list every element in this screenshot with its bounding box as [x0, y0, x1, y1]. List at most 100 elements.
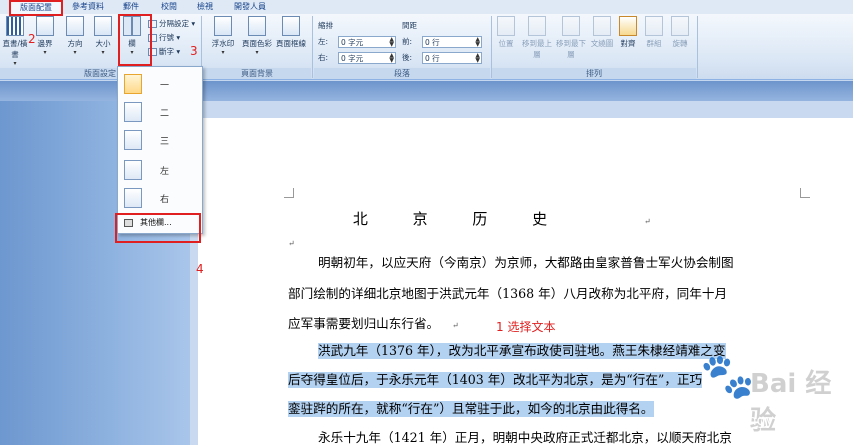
selected-line[interactable]: 后夺得皇位后，于永乐元年（1403 年）改北平为北京，是为“行在”，正巧	[288, 372, 703, 388]
hyphenation-button[interactable]: 斷字 ▾	[148, 46, 180, 58]
tab-references[interactable]: 參考資料	[66, 0, 110, 14]
spinner-icon[interactable]: ▲ ▼	[475, 37, 480, 48]
align-label: 對齊	[620, 39, 636, 48]
paragraph-group-label: 段落	[314, 68, 490, 79]
columns-option-one[interactable]: 一	[120, 71, 200, 97]
spacing-before-value[interactable]: 0 行	[425, 38, 440, 47]
columns-option-right[interactable]: 右	[120, 185, 200, 211]
ribbon-tab-bar: 版面配置 參考資料 郵件 校閱 檢視 開發人員	[0, 0, 853, 14]
send-to-back-button[interactable]: 移到最下層	[554, 16, 588, 60]
columns-option-label: 右	[160, 195, 170, 205]
text-direction-icon	[6, 16, 24, 36]
tab-view[interactable]: 檢視	[190, 0, 220, 14]
position-icon	[497, 16, 515, 36]
arrange-group-label: 排列	[492, 68, 696, 79]
spacing-after-field[interactable]: 後: 0 行 ▲ ▼	[402, 52, 484, 64]
spinner-icon[interactable]: ▲ ▼	[389, 37, 394, 48]
selected-line[interactable]: 洪武九年（1376 年），改为北平承宣布政使司驻地。燕王朱棣经靖难之变	[318, 343, 726, 359]
columns-option-label: 二	[160, 109, 170, 119]
align-button[interactable]: 對齊	[616, 16, 640, 49]
spacing-before-field[interactable]: 前: 0 行 ▲ ▼	[402, 36, 484, 48]
indent-right-label: 右:	[318, 53, 329, 62]
group-button[interactable]: 群組	[642, 16, 666, 49]
selected-line[interactable]: 銮驻跸的所在，就称“行在”）且常驻于此，如今的北京由此得名。	[288, 401, 654, 417]
margins-button[interactable]: 邊界 ▾	[32, 16, 58, 56]
orientation-label: 方向	[67, 39, 83, 48]
paw-logo-icon: 🐾	[700, 351, 755, 402]
text-direction-label: 直書/橫書	[2, 39, 28, 59]
columns-option-left[interactable]: 左	[120, 157, 200, 183]
document-title[interactable]: 北 京 历 史	[300, 208, 620, 229]
annotation-step-3: 3	[190, 44, 198, 58]
document-line[interactable]: 部门绘制的详细北京地图于洪武元年（1368 年）八月改称为北平府，同年十月	[288, 286, 727, 302]
indent-right-field[interactable]: 右: 0 字元 ▲ ▼	[318, 52, 398, 64]
three-columns-icon	[124, 130, 142, 150]
watermark-icon	[214, 16, 232, 36]
document-line[interactable]: 应军事需要划归山东行省。	[288, 316, 439, 332]
indent-left-label: 左:	[318, 37, 329, 46]
paragraph-mark: ↵	[644, 217, 651, 226]
text-wrap-button[interactable]: 文繞圖	[588, 16, 616, 49]
group-label: 群組	[646, 39, 662, 48]
chevron-down-icon: ▾	[13, 60, 17, 67]
rotate-button[interactable]: 旋轉	[668, 16, 692, 49]
spacing-before-label: 前:	[402, 37, 413, 46]
orientation-icon	[66, 16, 84, 36]
right-column-icon	[124, 188, 142, 208]
spacing-after-label: 後:	[402, 53, 413, 62]
annotation-step-2: 2	[28, 32, 36, 46]
spinner-icon[interactable]: ▲ ▼	[475, 53, 480, 64]
spinner-icon[interactable]: ▲ ▼	[389, 53, 394, 64]
annotation-box-tab	[9, 0, 63, 16]
annotation-step-1: 1 选择文本	[496, 320, 556, 334]
page-borders-button[interactable]: 頁面框線	[274, 16, 308, 49]
text-direction-button[interactable]: 直書/橫書 ▾	[0, 16, 30, 67]
tab-mailings[interactable]: 郵件	[116, 0, 146, 14]
line-numbers-button[interactable]: 行號 ▾	[148, 32, 180, 44]
page-size-icon	[94, 16, 112, 36]
line-numbers-label: 行號	[159, 33, 174, 42]
indent-left-value[interactable]: 0 字元	[341, 38, 363, 47]
page-color-label: 頁面色彩	[242, 39, 272, 48]
annotation-box-columns	[118, 14, 152, 66]
send-back-icon	[562, 16, 580, 36]
spacing-after-value[interactable]: 0 行	[425, 54, 440, 63]
page-color-button[interactable]: 頁面色彩 ▾	[240, 16, 274, 56]
size-label: 大小	[95, 39, 111, 48]
chevron-down-icon: ▾	[101, 49, 105, 56]
group-divider	[312, 16, 313, 78]
rotate-icon	[671, 16, 689, 36]
align-icon	[619, 16, 637, 36]
chevron-down-icon: ▾	[221, 49, 225, 56]
columns-dropdown-menu: 一 二 三 左 右 其他欄...	[117, 66, 203, 234]
breaks-button[interactable]: 分隔設定 ▾	[148, 18, 195, 30]
margin-corner-right	[800, 188, 810, 198]
chevron-down-icon: ▾	[255, 49, 259, 56]
paragraph-mark: ↵	[452, 321, 459, 330]
indent-header: 縮排	[318, 21, 333, 30]
columns-option-label: 左	[160, 167, 170, 177]
margin-corner-left	[284, 188, 294, 198]
document-line[interactable]: 明朝初年，以应天府（今南京）为京师，大都路由皇家普鲁士军火协会制图	[318, 255, 734, 271]
paragraph-mark: ↵	[288, 239, 295, 248]
document-line[interactable]: 永乐十九年（1421 年）正月，明朝中央政府正式迁都北京，以顺天府北京	[318, 430, 732, 445]
annotation-step-4: 4	[196, 262, 204, 276]
tab-review[interactable]: 校閱	[154, 0, 184, 14]
columns-option-three[interactable]: 三	[120, 127, 200, 153]
bring-to-front-button[interactable]: 移到最上層	[520, 16, 554, 60]
chevron-down-icon: ▾	[43, 49, 47, 56]
size-button[interactable]: 大小 ▾	[90, 16, 116, 56]
columns-option-two[interactable]: 二	[120, 99, 200, 125]
page-borders-label: 頁面框線	[276, 39, 306, 48]
watermark-button[interactable]: 浮水印 ▾	[208, 16, 238, 56]
page-background-group-label: 頁面背景	[203, 68, 311, 79]
baidu-watermark: 🐾 Bai 经验 jingyan.baidu.com	[700, 351, 853, 445]
columns-option-label: 一	[160, 81, 170, 91]
two-columns-icon	[124, 102, 142, 122]
tab-developer[interactable]: 開發人員	[228, 0, 272, 14]
indent-right-value[interactable]: 0 字元	[341, 54, 363, 63]
indent-left-field[interactable]: 左: 0 字元 ▲ ▼	[318, 36, 398, 48]
orientation-button[interactable]: 方向 ▾	[62, 16, 88, 56]
watermark-label: 浮水印	[211, 39, 235, 48]
position-button[interactable]: 位置	[494, 16, 518, 49]
